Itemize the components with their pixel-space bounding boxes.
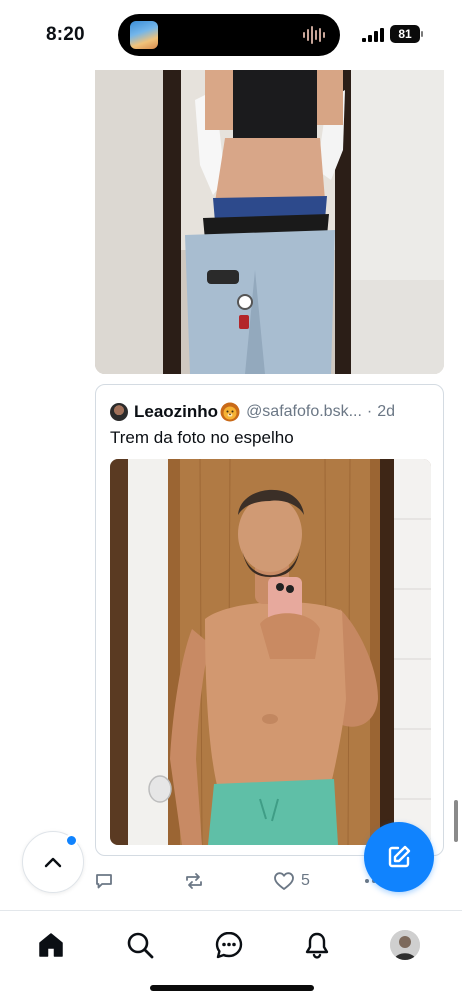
profile-avatar	[390, 930, 420, 960]
post-action-bar: 5	[80, 866, 400, 896]
bell-icon	[305, 932, 329, 959]
lion-face-icon	[220, 402, 240, 422]
like-count: 5	[301, 872, 310, 889]
post-image[interactable]	[95, 70, 444, 374]
repost-icon	[186, 873, 202, 889]
home-icon	[39, 933, 63, 957]
nav-notifications[interactable]	[299, 927, 335, 963]
quote-image[interactable]	[110, 459, 431, 845]
nav-search[interactable]	[122, 927, 158, 963]
repost-button[interactable]	[183, 866, 205, 896]
post-photo-mirror-selfie	[95, 70, 444, 374]
cellular-signal-icon	[362, 28, 384, 42]
quote-author-avatar[interactable]	[110, 403, 128, 421]
status-bar: 8:20 81	[0, 0, 462, 70]
like-button[interactable]: 5	[273, 866, 310, 896]
nav-chat[interactable]	[211, 927, 247, 963]
quote-age: 2d	[377, 403, 396, 420]
quote-text: Trem da foto no espelho	[110, 428, 294, 447]
new-posts-badge	[65, 834, 78, 847]
heart-icon	[274, 872, 294, 890]
battery-nub	[421, 31, 423, 37]
audio-wave-icon	[303, 26, 325, 44]
compose-button[interactable]	[364, 822, 434, 892]
comment-icon	[96, 874, 112, 889]
status-time: 8:20	[46, 24, 85, 45]
chat-icon	[215, 931, 243, 959]
nav-profile[interactable]	[387, 927, 423, 963]
quote-separator: ·	[366, 403, 373, 420]
chevron-up-icon	[44, 857, 62, 868]
scroll-indicator	[454, 800, 458, 842]
battery-indicator: 81	[390, 25, 420, 43]
feed[interactable]: Leaozinho @safafofo.bsk... · 2d Trem da …	[0, 0, 462, 910]
search-icon	[127, 932, 154, 959]
quote-photo-shirtless-mirror-selfie	[110, 459, 431, 845]
home-indicator	[150, 985, 314, 991]
quote-header: Leaozinho @safafofo.bsk... · 2d	[110, 401, 433, 423]
quote-author-handle: @safafofo.bsk...	[246, 403, 362, 420]
reply-button[interactable]	[94, 866, 114, 896]
quote-post-card[interactable]: Leaozinho @safafofo.bsk... · 2d Trem da …	[95, 384, 444, 856]
quote-author-name[interactable]: Leaozinho	[134, 402, 218, 422]
compose-icon	[388, 845, 411, 868]
nav-home[interactable]	[33, 927, 69, 963]
now-playing-thumbnail	[130, 21, 158, 49]
dynamic-island[interactable]	[118, 14, 340, 56]
